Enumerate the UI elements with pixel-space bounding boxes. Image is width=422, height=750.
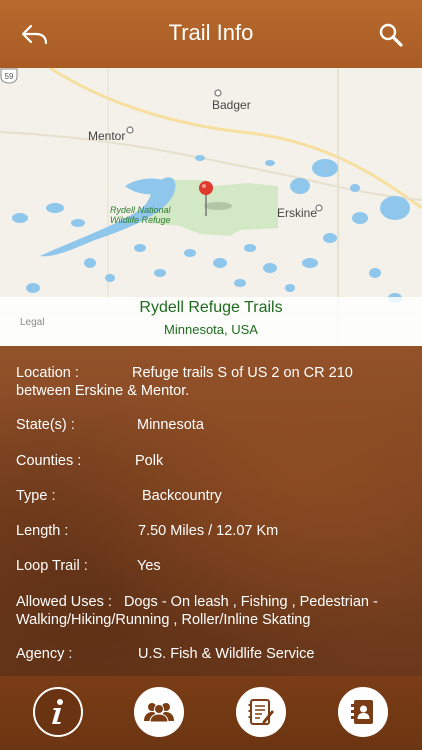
- refuge-label-line1: Rydell National: [110, 205, 171, 215]
- tab-contacts[interactable]: [338, 687, 388, 737]
- search-icon: [379, 23, 403, 47]
- tab-bar: [0, 676, 422, 750]
- tab-info[interactable]: [33, 687, 83, 737]
- trail-region: Minnesota, USA: [164, 322, 258, 337]
- detail-location: Location : Refuge trails S of US 2 on CR…: [16, 364, 408, 400]
- tab-notes[interactable]: [236, 687, 286, 737]
- trail-map[interactable]: Badger Mentor Erskine Rydell National Wi…: [0, 68, 422, 346]
- info-icon: [52, 699, 63, 724]
- loop-label: Loop Trail :: [16, 558, 88, 574]
- group-icon: [144, 703, 174, 723]
- app-header: Trail Info: [0, 0, 422, 68]
- highway-shield-icon: 59: [0, 68, 18, 84]
- place-label-badger: Badger: [212, 98, 251, 112]
- type-label: Type :: [16, 488, 56, 504]
- agency-value: U.S. Fish & Wildlife Service: [138, 646, 315, 662]
- uses-value: Dogs - On leash , Fishing , Pedestrian -: [123, 594, 378, 610]
- agency-label: Agency :: [16, 646, 73, 662]
- search-button[interactable]: [378, 22, 404, 48]
- detail-states: State(s) : Minnesota: [16, 416, 408, 434]
- page-title: Trail Info: [168, 20, 254, 45]
- detail-type: Type : Backcountry: [16, 487, 408, 505]
- tab-groups[interactable]: [134, 687, 184, 737]
- counties-label: Counties :: [16, 453, 82, 469]
- contacts-icon: [351, 700, 373, 724]
- counties-value: Polk: [135, 453, 164, 469]
- length-label: Length :: [16, 523, 69, 539]
- detail-length: Length : 7.50 Miles / 12.07 Km: [16, 522, 408, 540]
- location-value-cont: between Erskine & Mentor.: [16, 383, 190, 399]
- notes-icon: [248, 699, 274, 725]
- highway-shield-number: 59: [5, 72, 14, 81]
- uses-label: Allowed Uses :: [16, 594, 112, 610]
- uses-value-cont: Walking/Hiking/Running , Roller/Inline S…: [16, 612, 311, 628]
- type-value: Backcountry: [142, 488, 222, 504]
- states-label: State(s) :: [16, 417, 75, 433]
- detail-allowed-uses: Allowed Uses : Dogs - On leash , Fishing…: [16, 593, 408, 629]
- trail-details: Location : Refuge trails S of US 2 on CR…: [0, 346, 422, 676]
- trail-name: Rydell Refuge Trails: [139, 299, 283, 316]
- detail-loop-trail: Loop Trail : Yes: [16, 557, 408, 575]
- location-label: Location :: [16, 365, 79, 381]
- place-label-erskine: Erskine: [277, 206, 318, 220]
- location-value: Refuge trails S of US 2 on CR 210: [132, 365, 353, 381]
- loop-value: Yes: [137, 558, 161, 574]
- refuge-label-line2: Wildlife Refuge: [110, 215, 171, 225]
- legal-link[interactable]: Legal: [20, 317, 44, 328]
- place-label-mentor: Mentor: [88, 129, 126, 143]
- detail-agency: Agency : U.S. Fish & Wildlife Service: [16, 645, 408, 663]
- map-caption: Rydell Refuge Trails Minnesota, USA: [0, 297, 422, 346]
- states-value: Minnesota: [137, 417, 204, 433]
- length-value: 7.50 Miles / 12.07 Km: [138, 523, 279, 539]
- refuge-label: Rydell National Wildlife Refuge: [110, 205, 171, 225]
- detail-counties: Counties : Polk: [16, 452, 408, 470]
